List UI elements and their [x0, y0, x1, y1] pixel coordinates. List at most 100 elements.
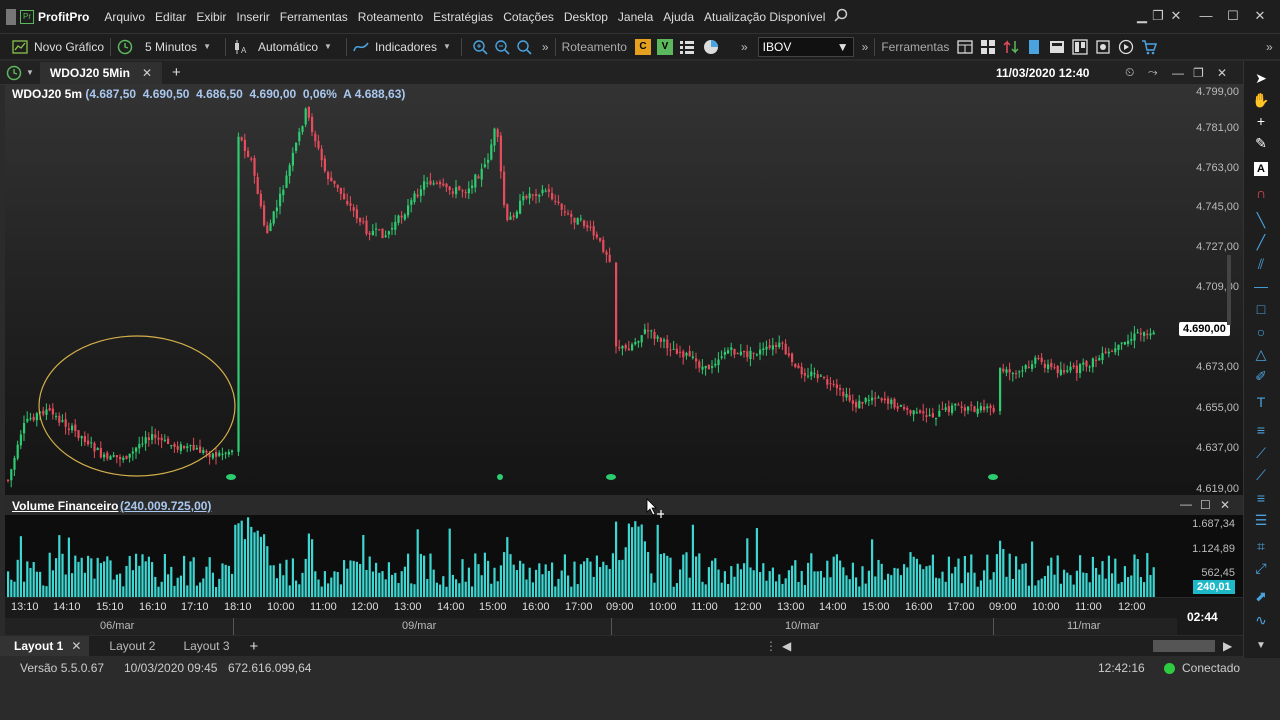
layout-menu-icon[interactable]: ⋮ [765, 639, 777, 653]
arrows-updown-icon[interactable] [1003, 39, 1019, 55]
tab-layout-1[interactable]: Layout 1 ✕ [0, 636, 90, 656]
layout-scrollbar[interactable] [1153, 640, 1215, 652]
menu-atualizacao[interactable]: Atualização Disponível [704, 10, 825, 24]
panel-more-icon[interactable]: ▼ [1252, 637, 1270, 655]
cart-icon[interactable] [1141, 39, 1158, 55]
fibonacci-fan-icon[interactable]: ⟋ [1252, 466, 1270, 484]
fan-icon[interactable]: ⟋ [1252, 444, 1270, 462]
tab-layout-2[interactable]: Layout 2 [109, 639, 155, 653]
book-offers-icon[interactable] [1072, 38, 1089, 55]
chevron-down-icon[interactable]: ▼ [26, 68, 34, 77]
zoom-reset-icon[interactable] [516, 39, 532, 55]
add-layout-button[interactable]: + [250, 638, 259, 655]
zoom-out-icon[interactable] [494, 39, 510, 55]
search-icon[interactable] [834, 8, 848, 25]
text-a-icon[interactable]: A [1254, 162, 1268, 176]
close-icon[interactable]: ✕ [142, 66, 152, 80]
new-chart-button[interactable]: Novo Gráfico [12, 39, 104, 55]
minimize-chart-icon[interactable]: — [1172, 66, 1184, 80]
close-panel-icon[interactable]: ✕ [1220, 498, 1230, 512]
pencil-icon[interactable]: ✐ [1252, 367, 1270, 385]
close-chart-icon[interactable]: ✕ [1217, 66, 1227, 80]
scroll-right-icon[interactable]: ▶ [1223, 639, 1232, 653]
maximize-panel-icon[interactable]: ☐ [1200, 498, 1211, 512]
routing-sell-button[interactable]: V [656, 38, 673, 55]
app-logo: Pr [6, 8, 38, 25]
candle-body [903, 406, 906, 410]
menu-arquivo[interactable]: Arquivo [104, 10, 145, 24]
candle-body [93, 443, 96, 452]
maximize-window-button[interactable]: ☐ [1223, 6, 1243, 26]
annotation-ellipse[interactable] [38, 335, 236, 477]
magnet-icon[interactable]: ∩ [1252, 184, 1270, 202]
menu-exibir[interactable]: Exibir [196, 10, 226, 24]
expand-icon[interactable]: ⤢ [1252, 559, 1270, 577]
menu-ajuda[interactable]: Ajuda [663, 10, 694, 24]
minimize-window-button[interactable]: — [1196, 6, 1216, 26]
close-icon[interactable]: ✕ [71, 639, 81, 653]
rectangle-icon[interactable]: □ [1252, 300, 1270, 318]
minimize-panel-icon[interactable]: — [1180, 497, 1192, 511]
line-icon[interactable]: ╲ [1252, 211, 1270, 229]
more-icon[interactable]: » [741, 40, 748, 54]
triangle-icon[interactable]: △ [1252, 345, 1270, 363]
add-tab-button[interactable]: + [172, 64, 181, 81]
more-icon[interactable]: » [862, 40, 869, 54]
text-tool-icon[interactable]: T [1252, 393, 1270, 411]
interval-select[interactable]: 5 Minutos ▼ [117, 39, 211, 55]
book-icon[interactable] [1026, 39, 1042, 55]
ray-icon[interactable]: ╱ [1252, 233, 1270, 251]
clock-icon[interactable] [6, 65, 22, 81]
candle-body [45, 409, 48, 415]
cursor-icon[interactable]: ➤ [1252, 69, 1270, 87]
restore-inner-icon[interactable]: ❐ [1148, 6, 1168, 26]
replay-icon[interactable] [1118, 39, 1134, 55]
menu-roteamento[interactable]: Roteamento [358, 10, 423, 24]
close-inner-icon[interactable]: ✕ [1166, 6, 1186, 26]
measure-icon[interactable]: ⌗ [1252, 537, 1270, 555]
tab-layout-3[interactable]: Layout 3 [183, 639, 229, 653]
channel-icon[interactable]: ⫽ [1252, 255, 1270, 273]
link-icon[interactable]: ⤳ [1148, 65, 1158, 80]
scroll-left-icon[interactable]: ◀ [782, 639, 791, 653]
menu-estrategias[interactable]: Estratégias [433, 10, 493, 24]
time-label: 17:00 [565, 601, 593, 613]
menu-ferramentas[interactable]: Ferramentas [280, 10, 348, 24]
fibonacci-projection-icon[interactable]: ≡ [1252, 489, 1270, 507]
levels-icon[interactable]: ☰ [1252, 511, 1270, 529]
scroll-handle[interactable] [1227, 255, 1231, 325]
ellipse-icon[interactable]: ○ [1252, 323, 1270, 341]
grid-icon[interactable] [980, 39, 996, 55]
more-icon[interactable]: » [542, 40, 549, 54]
close-window-button[interactable]: ✕ [1250, 6, 1270, 26]
menu-desktop[interactable]: Desktop [564, 10, 608, 24]
menu-janela[interactable]: Janela [618, 10, 653, 24]
pie-chart-icon[interactable] [703, 39, 719, 55]
crosshair-icon[interactable]: + [1252, 112, 1270, 130]
restore-chart-icon[interactable]: ❐ [1193, 66, 1204, 80]
arrow-tool-icon[interactable]: ⬈ [1252, 587, 1270, 605]
indicators-button[interactable]: Indicadores ▼ [353, 39, 451, 55]
history-icon[interactable]: ⏲ [1125, 65, 1134, 80]
menu-inserir[interactable]: Inserir [236, 10, 269, 24]
sine-icon[interactable]: ∿ [1252, 611, 1270, 629]
candle-body [947, 406, 950, 413]
edit-drawing-icon[interactable]: ✎ [1252, 134, 1270, 152]
price-label: 4.619,00 [1196, 483, 1239, 495]
tab-wdoj20[interactable]: WDOJ20 5Min ✕ [39, 61, 162, 84]
menu-editar[interactable]: Editar [155, 10, 186, 24]
fibonacci-icon[interactable]: ≡ [1252, 421, 1270, 439]
layout-icon[interactable] [957, 39, 974, 55]
price-chart[interactable]: WDOJ20 5m (4.687,50 4.690,50 4.686,50 4.… [5, 85, 1243, 495]
hand-icon[interactable]: ✋ [1252, 91, 1270, 109]
horizontal-line-icon[interactable]: — [1252, 277, 1270, 295]
tape-icon[interactable] [1049, 39, 1065, 55]
routing-buy-button[interactable]: C [634, 38, 651, 55]
zoom-in-icon[interactable] [472, 39, 488, 55]
toolbar-more-icon[interactable]: » [1266, 40, 1273, 54]
scanner-icon[interactable] [1095, 39, 1111, 55]
list-icon[interactable] [679, 39, 695, 55]
menu-cotacoes[interactable]: Cotações [503, 10, 554, 24]
mode-select[interactable]: A Automático ▼ [232, 39, 332, 55]
symbol-select[interactable]: IBOV ▼ [757, 36, 854, 57]
